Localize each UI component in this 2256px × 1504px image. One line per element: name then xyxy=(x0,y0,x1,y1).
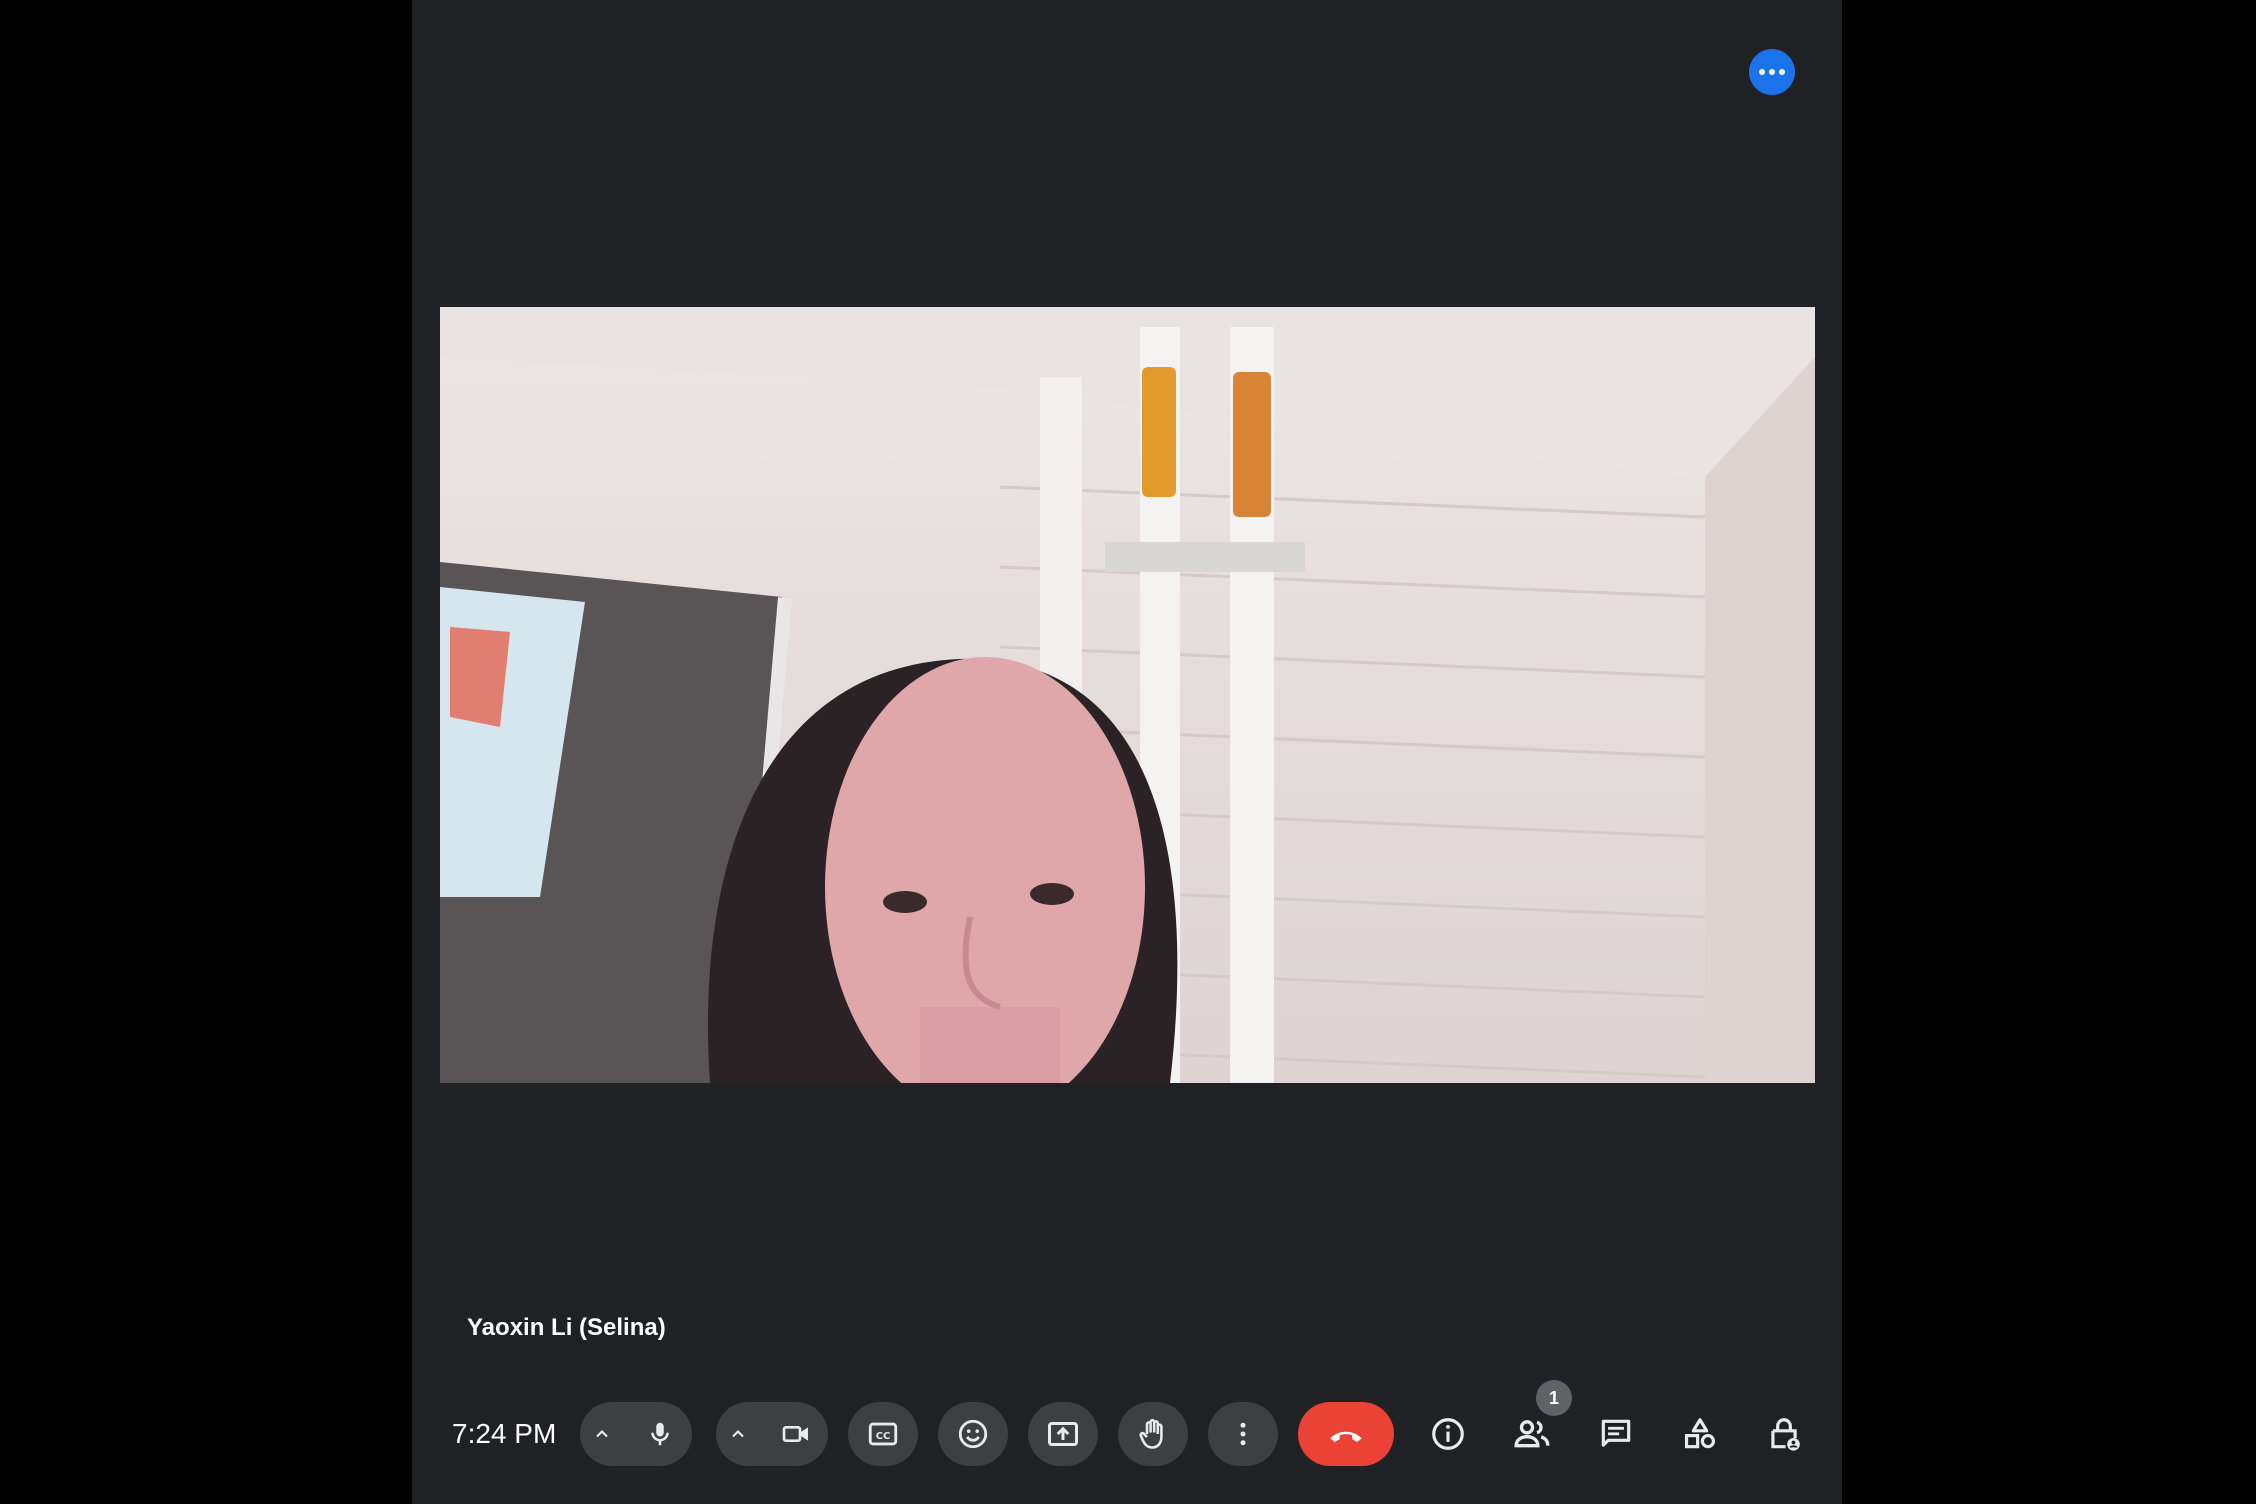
activities-button[interactable] xyxy=(1668,1402,1732,1466)
video-settings-button[interactable] xyxy=(716,1402,760,1466)
raise-hand-icon xyxy=(1135,1416,1171,1452)
participant-video-tile xyxy=(440,307,1815,1083)
leave-call-button[interactable] xyxy=(1298,1402,1394,1466)
microphone-button[interactable] xyxy=(628,1402,692,1466)
camera-icon xyxy=(780,1418,812,1450)
chat-icon xyxy=(1597,1415,1635,1453)
chevron-up-icon xyxy=(728,1424,748,1444)
people-icon xyxy=(1512,1414,1552,1454)
activities-icon xyxy=(1681,1415,1719,1453)
meeting-details-button[interactable] xyxy=(1416,1402,1480,1466)
more-vert-icon xyxy=(1228,1419,1258,1449)
meet-call-window: Yaoxin Li (Selina) 7:24 PM CC 1 xyxy=(412,0,1842,1504)
participant-name-label: Yaoxin Li (Selina) xyxy=(467,1314,666,1341)
chat-button[interactable] xyxy=(1584,1402,1648,1466)
camera-button[interactable] xyxy=(764,1402,828,1466)
audio-control-group xyxy=(580,1402,692,1466)
raise-hand-button[interactable] xyxy=(1118,1402,1188,1466)
reactions-button[interactable] xyxy=(938,1402,1008,1466)
call-end-icon xyxy=(1325,1413,1367,1455)
participant-video-frame xyxy=(440,307,1815,1083)
present-screen-icon xyxy=(1045,1416,1081,1452)
audio-settings-button[interactable] xyxy=(580,1402,624,1466)
video-control-group xyxy=(716,1402,828,1466)
present-screen-button[interactable] xyxy=(1028,1402,1098,1466)
svg-text:CC: CC xyxy=(876,1431,891,1442)
captions-button[interactable]: CC xyxy=(848,1402,918,1466)
more-options-button[interactable] xyxy=(1208,1402,1278,1466)
call-controls-toolbar: 7:24 PM CC 1 xyxy=(412,1380,1842,1474)
more-options-icon[interactable] xyxy=(1749,49,1795,95)
captions-icon: CC xyxy=(866,1417,900,1451)
meeting-clock: 7:24 PM xyxy=(452,1418,557,1449)
chevron-up-icon xyxy=(592,1424,612,1444)
participant-count-badge: 1 xyxy=(1536,1380,1572,1416)
info-icon xyxy=(1429,1415,1467,1453)
emoji-icon xyxy=(956,1417,990,1451)
microphone-icon xyxy=(645,1419,675,1449)
host-controls-lock-icon xyxy=(1765,1415,1803,1453)
host-controls-button[interactable] xyxy=(1752,1402,1816,1466)
